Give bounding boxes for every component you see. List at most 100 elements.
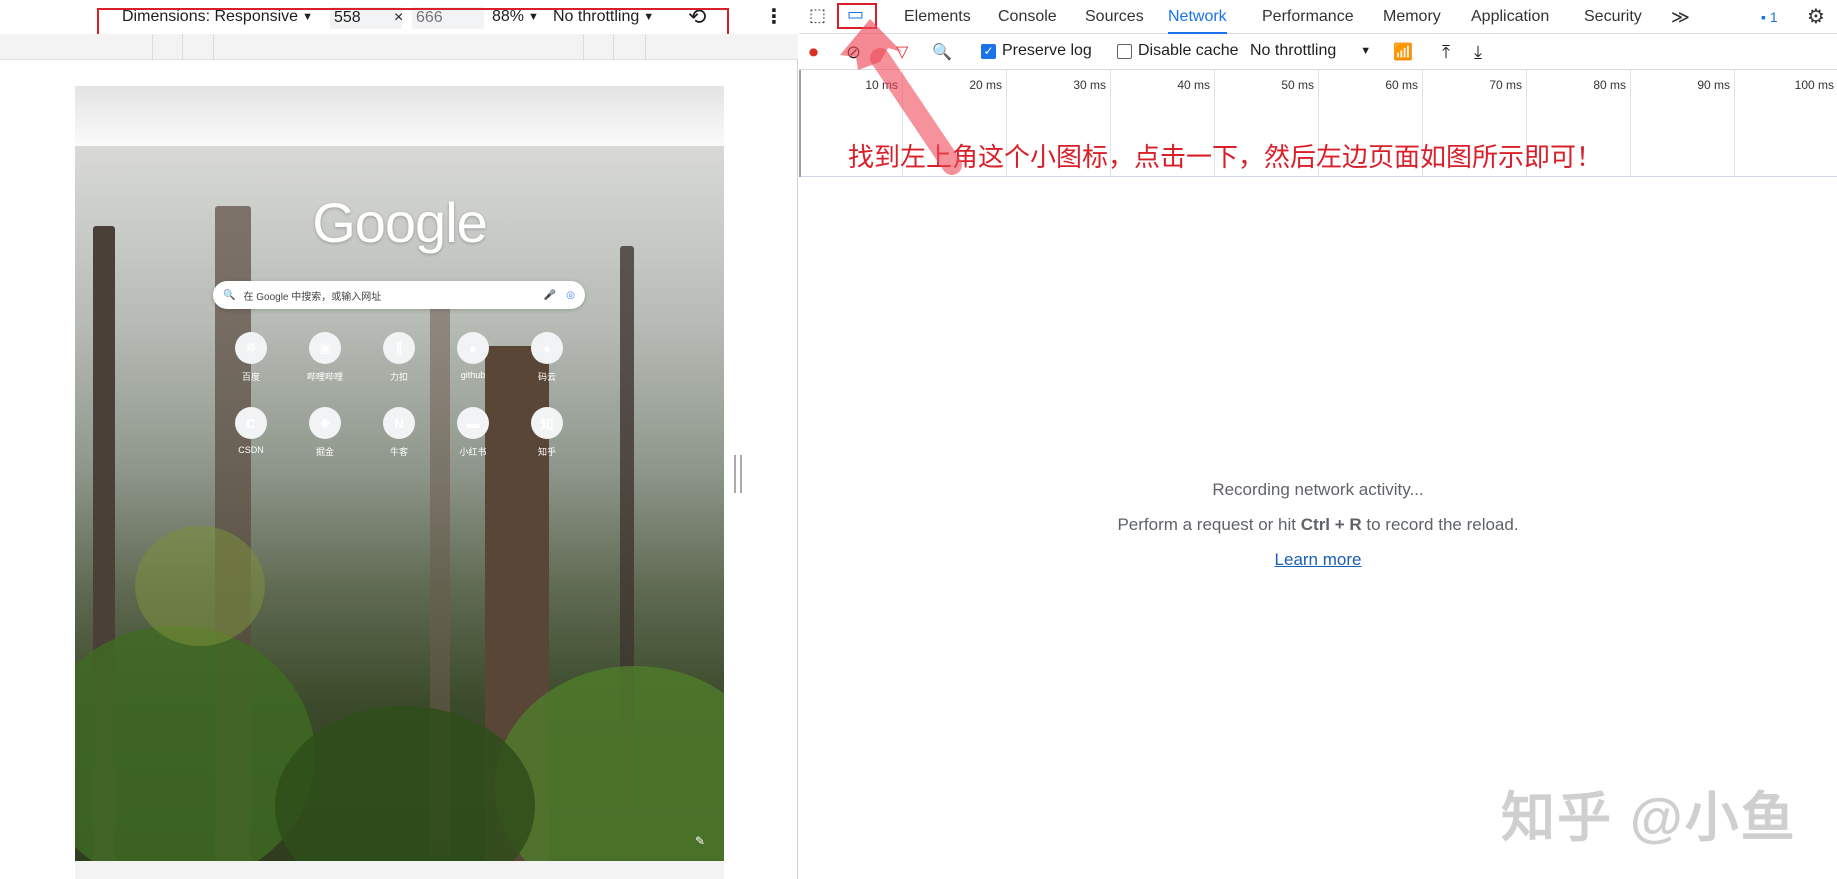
media-query-ruler	[0, 34, 798, 60]
shortcut-tile[interactable]: ❁ 百度	[221, 332, 281, 383]
shortcut-label: 牛客	[389, 447, 408, 457]
caret-down-icon: ▼	[1360, 44, 1372, 57]
issues-counter[interactable]: ▪ 1	[1761, 9, 1778, 25]
hint-text: to record the reload.	[1361, 515, 1519, 534]
shortcut-tile[interactable]: ◆ 掘金	[295, 407, 355, 458]
shortcut-label: CSDN	[238, 445, 264, 455]
shortcut-tile[interactable]: ▣ 哔哩哔哩	[295, 332, 355, 383]
ruler-tick	[645, 34, 646, 60]
devtools-tab-bar: ⬚ ▭ Elements Console Sources Network Perform…	[799, 0, 1837, 34]
emulated-viewport[interactable]: Google 🔍 在 Google 中搜索，或输入网址 🎤 ◎ ❁ 百度 ▣ 哔哩哔哩…	[75, 86, 724, 861]
ruler-tick	[152, 34, 153, 60]
timeline-label: 70 ms	[1489, 78, 1522, 92]
checkbox-checked-icon: ✓	[981, 43, 996, 59]
shortcut-label: 力扣	[389, 372, 408, 382]
recording-title: Recording network activity...	[1212, 480, 1424, 499]
tab-application[interactable]: Application	[1471, 0, 1549, 34]
timeline-label: 30 ms	[1073, 78, 1106, 92]
shortcut-label: 知乎	[537, 447, 556, 457]
tab-network[interactable]: Network	[1168, 0, 1227, 34]
timeline-label: 80 ms	[1593, 78, 1626, 92]
timeline-label: 90 ms	[1697, 78, 1730, 92]
shortcut-tile[interactable]: ∥ 力扣	[369, 332, 429, 383]
disable-cache-label: Disable cache	[1138, 42, 1239, 59]
message-icon: ▪	[1761, 9, 1766, 25]
record-stop-icon[interactable]: ⏺	[809, 42, 818, 63]
search-icon: 🔍	[223, 289, 236, 301]
more-options-icon[interactable]: ⋮	[764, 4, 784, 29]
nowcoder-icon: N	[383, 407, 415, 439]
edit-background-icon[interactable]: ✎	[695, 834, 705, 848]
filter-icon[interactable]: ▽	[896, 42, 908, 62]
xiaohongshu-icon: ▬	[457, 407, 489, 439]
tab-security[interactable]: Security	[1584, 0, 1642, 34]
timeline-label: 10 ms	[865, 78, 898, 92]
shortcut-tile[interactable]: ● 码云	[517, 332, 577, 383]
timeline-label: 50 ms	[1281, 78, 1314, 92]
disable-cache-checkbox[interactable]: Disable cache	[1117, 42, 1239, 60]
foliage	[135, 526, 265, 646]
hint-key: Ctrl + R	[1300, 515, 1362, 534]
device-emulation-pane: Dimensions: Responsive ▼ × 88% ▼ No thro…	[0, 0, 798, 879]
inspect-element-icon[interactable]: ⬚	[809, 5, 826, 26]
shortcut-label: 百度	[241, 372, 260, 382]
network-toolbar: ⏺ ⊘ ▽ 🔍 ✓ Preserve log Disable cache No …	[799, 34, 1837, 70]
shortcut-tile[interactable]: ▬ 小红书	[443, 407, 503, 458]
shortcut-label: 掘金	[315, 447, 334, 457]
search-placeholder: 在 Google 中搜索，或输入网址	[243, 291, 382, 303]
annotation-box-device-toggle	[837, 3, 877, 29]
timeline-cursor	[799, 70, 801, 177]
tab-memory[interactable]: Memory	[1383, 0, 1441, 34]
network-conditions-icon[interactable]: 📶	[1393, 42, 1413, 62]
download-icon[interactable]: ⤓	[1474, 42, 1482, 63]
timeline-label: 40 ms	[1177, 78, 1210, 92]
shortcut-label: github	[460, 370, 486, 380]
viewport-top-bar	[75, 86, 724, 146]
lens-icon[interactable]: ◎	[566, 290, 575, 301]
shortcut-tile[interactable]: C CSDN	[221, 407, 281, 455]
preserve-log-checkbox[interactable]: ✓ Preserve log	[981, 42, 1092, 60]
hint-text: Perform a request or hit	[1117, 515, 1301, 534]
timeline-gridline	[1630, 70, 1631, 177]
shortcut-tile[interactable]: N 牛客	[369, 407, 429, 458]
checkbox-unchecked-icon	[1117, 43, 1132, 59]
shortcut-tile[interactable]: ● github	[443, 332, 503, 380]
tab-console[interactable]: Console	[998, 0, 1057, 34]
clear-icon[interactable]: ⊘	[846, 42, 861, 63]
annotation-note: 找到左上角这个小图标，点击一下，然后左边页面如图所示即可！	[848, 142, 1603, 172]
search-icon[interactable]: 🔍	[932, 42, 952, 62]
github-icon: ●	[531, 332, 563, 364]
leetcode-icon: ∥	[383, 332, 415, 364]
shortcut-label: 小红书	[459, 447, 487, 457]
ruler-tick	[613, 34, 614, 60]
timeline-label: 60 ms	[1385, 78, 1418, 92]
shortcut-tile[interactable]: 知知乎	[517, 407, 577, 458]
more-tabs-icon[interactable]: ≫	[1671, 0, 1690, 34]
ruler-tick	[182, 34, 183, 60]
timeline-label: 20 ms	[969, 78, 1002, 92]
bilibili-icon: ▣	[309, 332, 341, 364]
tab-performance[interactable]: Performance	[1262, 0, 1354, 34]
microphone-icon[interactable]: 🎤	[544, 290, 556, 301]
zhihu-icon: 知	[531, 407, 563, 439]
viewport-bottom-handle[interactable]	[75, 861, 724, 879]
ruler-tick	[213, 34, 214, 60]
tab-elements[interactable]: Elements	[904, 0, 971, 34]
csdn-icon: C	[235, 407, 267, 439]
tab-sources[interactable]: Sources	[1085, 0, 1144, 34]
gear-icon[interactable]: ⚙	[1807, 4, 1825, 29]
viewport-resize-handle[interactable]	[734, 455, 742, 493]
throttling-select[interactable]: No throttling ▼	[1250, 42, 1371, 60]
shortcut-label: 码云	[537, 372, 556, 382]
preserve-log-label: Preserve log	[1002, 42, 1092, 59]
timeline-gridline	[1734, 70, 1735, 177]
google-logo: Google	[312, 191, 488, 254]
upload-icon[interactable]: ⤒	[1442, 42, 1450, 63]
network-empty-state: Recording network activity... Perform a …	[799, 480, 1837, 585]
google-search-box[interactable]: 🔍 在 Google 中搜索，或输入网址 🎤 ◎	[213, 281, 585, 309]
ruler-tick	[583, 34, 584, 60]
learn-more-link[interactable]: Learn more	[1275, 550, 1362, 569]
watermark: 知乎 @小鱼	[1501, 788, 1797, 848]
baidu-icon: ❁	[235, 332, 267, 364]
recording-hint: Perform a request or hit Ctrl + R to rec…	[799, 515, 1837, 535]
